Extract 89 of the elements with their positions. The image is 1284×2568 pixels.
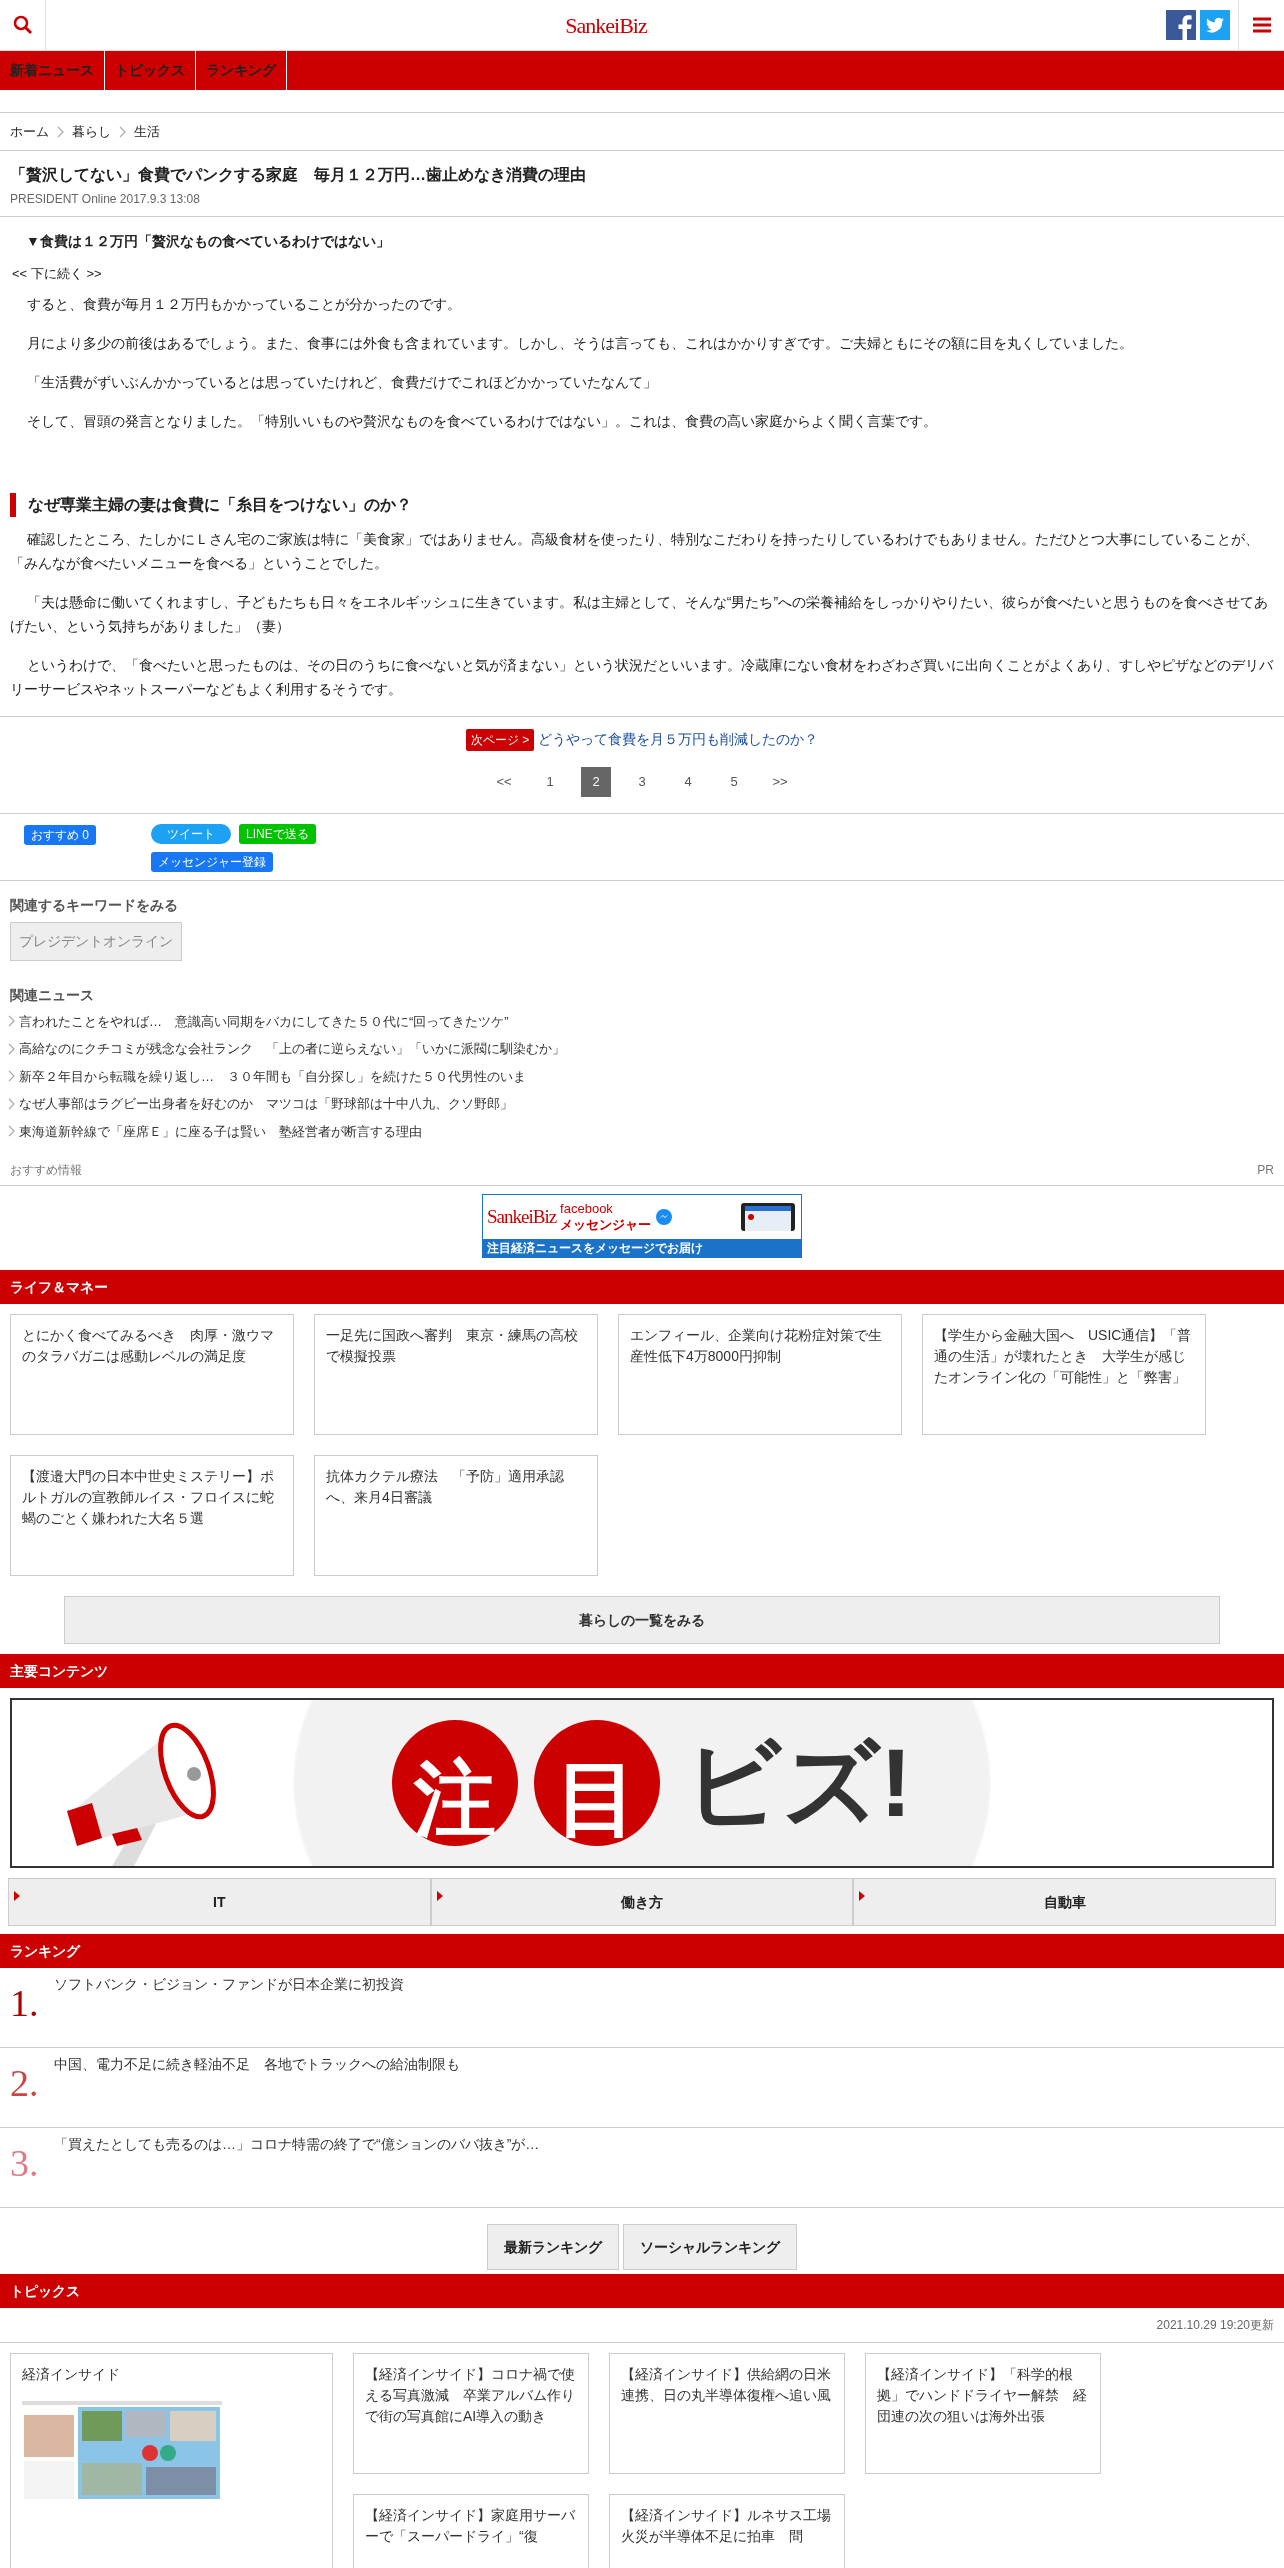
section-bar: ランキング xyxy=(0,1934,1284,1969)
article-paragraph: 月により多少の前後はあるでしょう。また、食事には外食も含まれています。しかし、そうは言っても、これはかかりすぎです。ご夫婦ともにその額に目を丸くしていました。 xyxy=(25,333,1134,353)
continue-text: << 下に続く >> xyxy=(11,265,103,284)
article-paragraph: 確認したところ、たしかにＬさん宅のご家族は特に「美食家」ではありません。高級食材を使ったり、特別なこだわりを持ったりしているわけでもありません。ただひとつ大事にしていることが、「みんなが食べたいメニューを食べる」ということでした。 xyxy=(9,529,1260,573)
related-news-link[interactable]: 新卒２年目から転職を繰り返し… ３０年間も「自分探し」を続けた５０代男性のいま xyxy=(19,1066,526,1087)
pr-label: PR xyxy=(1257,1162,1274,1180)
article-card[interactable]: エンフィール、企業向け花粉症対策で生産性低下4万8000円抑制 xyxy=(618,1314,902,1436)
next-page-badge: 次ページ > xyxy=(465,728,535,751)
twitter-icon[interactable] xyxy=(1200,10,1230,40)
ranking-button[interactable]: 最新ランキング xyxy=(487,2224,619,2271)
facebook-like-button[interactable]: おすすめ 0 xyxy=(24,824,96,845)
facebook-icon[interactable] xyxy=(1166,10,1196,40)
article-card[interactable]: 【学生から金融大国へ USIC通信】「普通の生活」が壊れたとき 大学生が感じたオンライン化の「可能性」と「弊害」 xyxy=(922,1314,1206,1436)
article-paragraph: そして、冒頭の発言となりました。「特別いいものや贅沢なものを食べているわけではない」。これは、食費の高い家庭からよく聞く言葉です。 xyxy=(25,411,938,431)
topic-card[interactable]: 【経済インサイド】供給網の日米連携、日の丸半導体復権へ追い風 xyxy=(609,2353,845,2475)
topic-card[interactable]: 【経済インサイド】ルネサス工場火災が半導体不足に拍車 問 xyxy=(609,2494,845,2568)
triangle-icon xyxy=(14,1891,20,1902)
breadcrumb-link[interactable]: ホーム xyxy=(10,121,49,142)
breadcrumb-link[interactable]: 生活 xyxy=(134,121,160,142)
banner-text: ビズ! xyxy=(684,1728,912,1839)
article-subheading: ▼食費は１２万円「贅沢なもの食べているわけではない」 xyxy=(25,232,391,252)
more-button[interactable]: 暮らしの一覧をみる xyxy=(64,1596,1220,1645)
page-link[interactable]: 4 xyxy=(673,766,703,797)
rank-number: 2. xyxy=(10,2061,40,2107)
page-link[interactable]: 5 xyxy=(719,766,749,797)
site-logo[interactable]: SankeiBiz xyxy=(565,12,647,38)
banner-brand-text: SankeiBiz xyxy=(487,1204,557,1229)
menu-icon[interactable] xyxy=(1252,17,1271,33)
feature-banner[interactable]: 注 目 ビズ! xyxy=(10,1698,1274,1869)
related-news-link[interactable]: なぜ人事部はラグビー出身者を好むのか マツコは「野球部は十中八九、クソ野郎」 xyxy=(19,1094,513,1114)
section-bar: トピックス xyxy=(0,2274,1284,2309)
category-button[interactable]: IT xyxy=(8,1878,431,1927)
chevron-icon xyxy=(8,1097,15,1110)
search-icon[interactable] xyxy=(12,15,33,35)
category-button[interactable]: 自動車 xyxy=(853,1878,1276,1927)
topic-card[interactable]: 【経済インサイド】コロナ禍で使える写真激減 卒業アルバム作りで街の写真館にAI導入の動き xyxy=(353,2353,589,2475)
article-paragraph: 「生活費がずいぶんかかっているとは思っていたけれど、食費だけでこれほどかかっていたなんて」 xyxy=(25,372,658,392)
article-paragraph: というわけで、「食べたいと思ったものは、その日のうちに食べないと気が済まない」という状況だといいます。冷蔵庫にない食材をわざわざ買いに出向くことがよくあり、すしやピザなどのデリバリーサービスやネットスーパーなどもよく利用するそうです。 xyxy=(9,655,1274,699)
ranking-link[interactable]: ソフトバンク・ビジョン・ファンドが日本企業に初投資 xyxy=(54,1974,404,2042)
triangle-icon xyxy=(859,1891,866,1902)
chevron-icon xyxy=(8,1042,15,1055)
feature-title: 経済インサイド xyxy=(22,2365,121,2385)
page-link[interactable]: >> xyxy=(765,766,795,797)
ranking-link[interactable]: 「買えたとしても売るのは…」コロナ特需の終了で“億ションのババ抜き”が… xyxy=(54,2134,540,2202)
banner-service-subtext: メッセンジャー xyxy=(560,1217,652,1234)
topic-card[interactable]: 【経済インサイド】家庭用サーバーで「スーパードライ」“復 xyxy=(353,2494,589,2568)
breadcrumb-link[interactable]: 暮らし xyxy=(72,121,111,142)
page-link[interactable]: 3 xyxy=(627,766,657,797)
ranking-button[interactable]: ソーシャルランキング xyxy=(623,2224,797,2271)
triangle-icon xyxy=(436,1891,443,1902)
article-card[interactable]: 抗体カクテル療法 「予防」適用承認へ、来月4日審議 xyxy=(314,1455,598,1577)
section-heading: なぜ専業主婦の妻は食費に「糸目をつけない」のか？ xyxy=(10,492,1274,517)
page-link[interactable]: 2 xyxy=(581,766,611,797)
article-card[interactable]: とにかく食べてみるべき 肉厚・激ウマのタラバガニは感動レベルの満足度 xyxy=(10,1314,294,1436)
feature-card[interactable]: 経済インサイド xyxy=(10,2353,333,2568)
rank-number: 3. xyxy=(10,2141,40,2187)
chevron-icon xyxy=(119,125,126,138)
next-page-link[interactable]: どうやって食費を月５万円も削減したのか？ xyxy=(538,729,819,751)
article-byline: PRESIDENT Online 2017.9.3 13:08 xyxy=(10,191,201,209)
banner-mark: 注 xyxy=(392,1720,518,1847)
chevron-icon xyxy=(8,1125,15,1138)
recommend-label: おすすめ情報 xyxy=(10,1162,82,1180)
banner-mark: 目 xyxy=(534,1720,660,1847)
article-card[interactable]: 【渡邉大門の日本中世史ミステリー】ポルトガルの宣教師ルイス・フロイスに蛇蝎のごとく嫌われた大名５選 xyxy=(10,1455,294,1577)
messenger-button[interactable]: メッセンジャー登録 xyxy=(151,851,273,872)
banner-service-text: facebook xyxy=(560,1201,614,1218)
chevron-icon xyxy=(8,1015,15,1028)
related-news-link[interactable]: 東海道新幹線で「座席Ｅ」に座る子は賢い 塾経営者が断言する理由 xyxy=(19,1121,422,1142)
chevron-icon xyxy=(57,125,64,138)
section-bar: 主要コンテンツ xyxy=(0,1654,1284,1689)
article-card[interactable]: 一足先に国政へ審判 東京・練馬の高校で模擬投票 xyxy=(314,1314,598,1436)
related-news-heading: 関連ニュース xyxy=(10,985,95,1005)
article-title: 「贅沢してない」食費でパンクする家庭 毎月１２万円…歯止めなき消費の理由 xyxy=(10,165,587,185)
chevron-icon xyxy=(8,1070,15,1083)
page-link[interactable]: << xyxy=(489,766,519,797)
article-paragraph: 「夫は懸命に働いてくれますし、子どもたちも日々をエネルギッシュに生きています。私は主婦として、そんな“男たち”への栄養補給をしっかりやりたい、彼らが食べたいと思うものを食べさせてあげたい、という気持ちがありました」（妻） xyxy=(9,592,1270,636)
related-news-link[interactable]: 言われたことをやれば… 意識高い同期をバカにしてきた５０代に“回ってきたツケ” xyxy=(19,1011,509,1032)
section-bar: ライフ＆マネー xyxy=(0,1270,1284,1305)
category-button[interactable]: 働き方 xyxy=(430,1878,854,1927)
related-news-link[interactable]: 高給なのにクチコミが残念な会社ランク 「上の者に逆らえない」「いかに派閥に馴染むか」 xyxy=(19,1039,565,1059)
page-link[interactable]: 1 xyxy=(535,766,565,797)
messenger-icon xyxy=(655,1208,674,1227)
ranking-link[interactable]: 中国、電力不足に続き軽油不足 各地でトラックへの給油制限も xyxy=(54,2054,460,2122)
rank-number: 1. xyxy=(10,1981,40,2027)
article-paragraph: すると、食費が毎月１２万円もかかっていることが分かったのです。 xyxy=(25,294,462,314)
banner-caption: 注目経済ニュースをメッセージでお届け xyxy=(483,1239,801,1258)
topic-card[interactable]: 【経済インサイド】「科学的根拠」でハンドドライヤー解禁 経団連の次の狙いは海外出張 xyxy=(865,2353,1101,2475)
updated-time: 2021.10.29 19:20更新 xyxy=(0,2308,1284,2344)
keywords-heading: 関連するキーワードをみる xyxy=(10,895,179,915)
